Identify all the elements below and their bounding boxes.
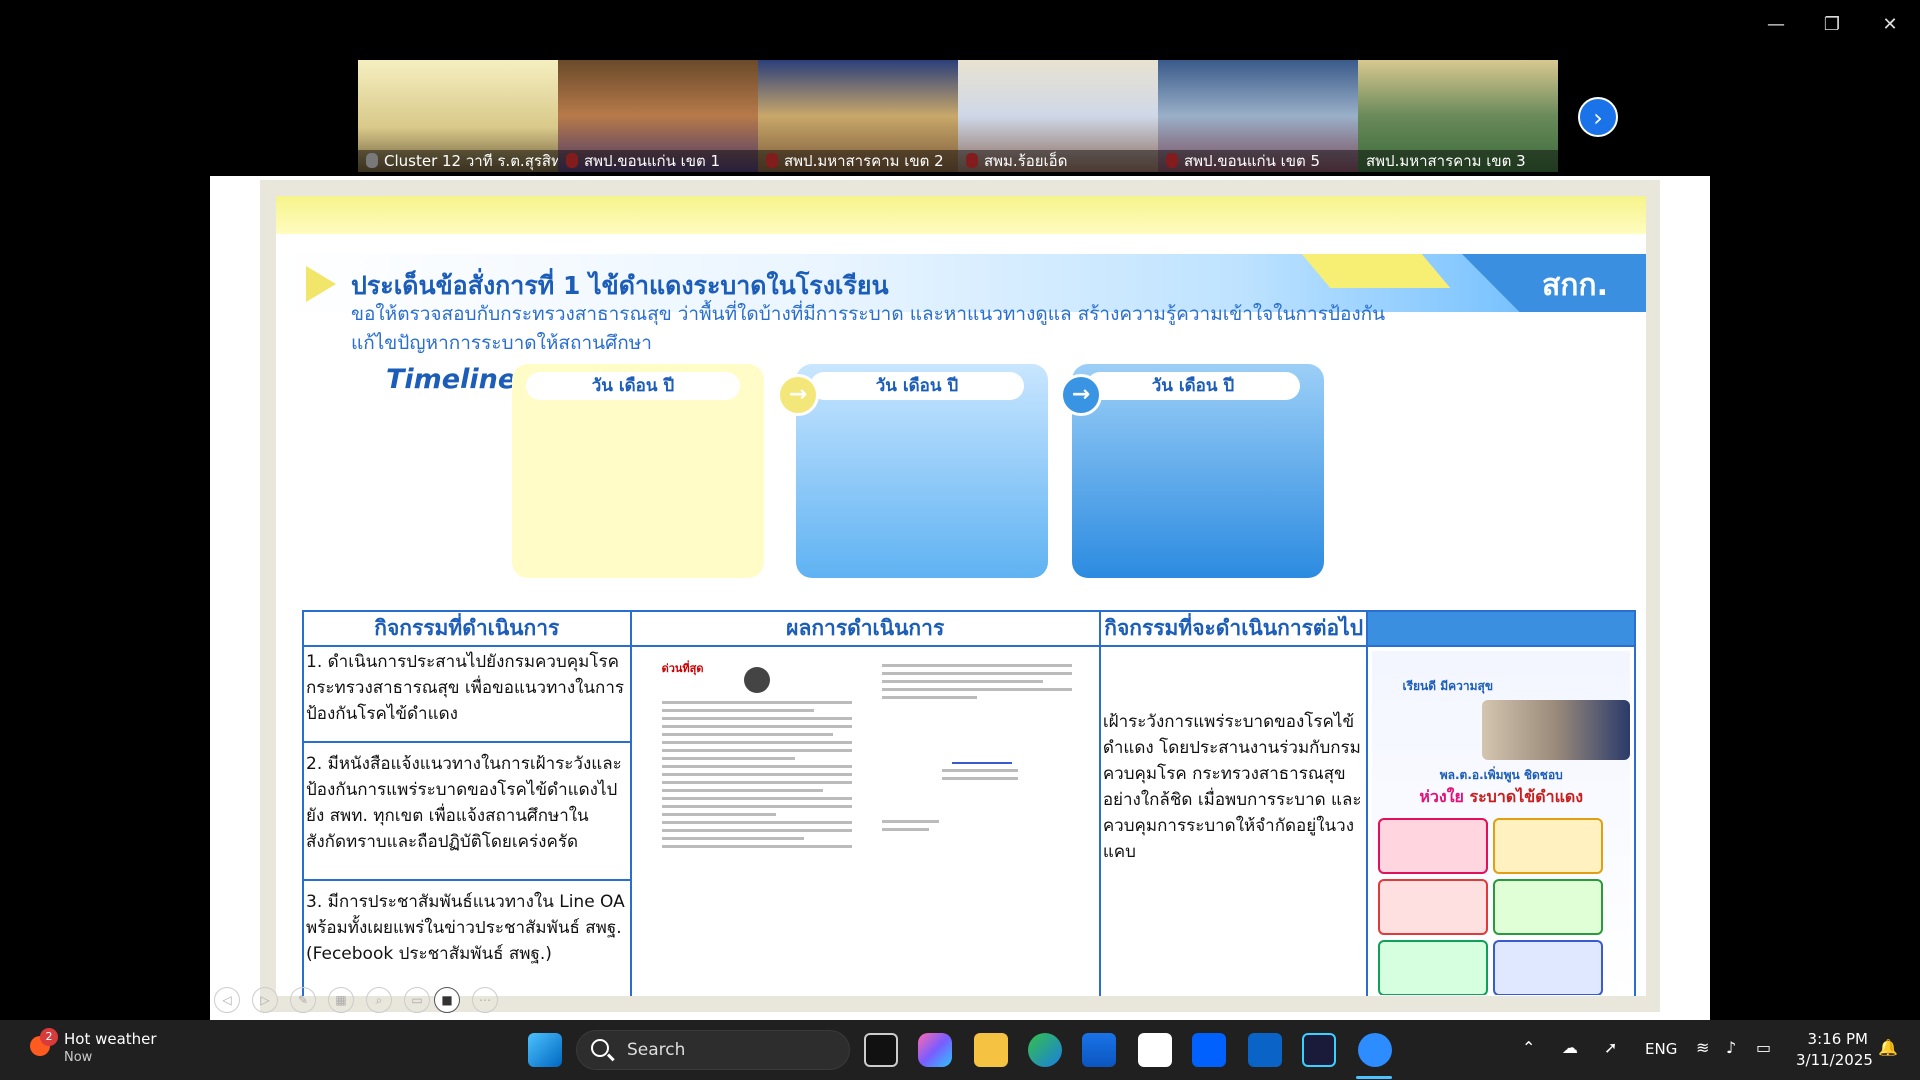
- close-button[interactable]: ✕: [1870, 8, 1910, 42]
- copilot-icon[interactable]: [918, 1033, 952, 1067]
- participant-name: สพม.ร้อยเอ็ด: [958, 150, 1158, 172]
- poster-cell: เรียนดี มีความสุข พล.ต.อ.เพิ่มพูน ชิดชอบ…: [1366, 645, 1636, 996]
- table-header: ผลการดำเนินการ: [629, 610, 1101, 647]
- table-header: [1366, 610, 1636, 647]
- activity-item: 2. มีหนังสือแจ้งแนวทางในการเฝ้าระวังและป…: [304, 743, 630, 881]
- document-page: [881, 659, 1072, 969]
- onedrive-icon[interactable]: ☁: [1562, 1038, 1578, 1057]
- wifi-icon[interactable]: ≋: [1696, 1038, 1709, 1057]
- timeline-label: Timeline: [386, 364, 517, 395]
- active-app-indicator: [1356, 1076, 1392, 1079]
- search-icon: [591, 1039, 609, 1057]
- more-icon[interactable]: ⋯: [472, 987, 498, 1013]
- subtitles-icon[interactable]: ▭: [404, 987, 430, 1013]
- timeline-date: วัน เดือน ปี: [1086, 372, 1300, 400]
- battery-icon[interactable]: ▭: [1756, 1038, 1771, 1057]
- participant-tile[interactable]: สพป.มหาสารคาม เขต 3: [1358, 60, 1558, 172]
- pen-icon[interactable]: ✎: [290, 987, 316, 1013]
- dropbox-icon[interactable]: [1192, 1033, 1226, 1067]
- zoom-window: — ❐ ✕ Cluster 12 วาที ร.ต.สุรสิท... สพป.…: [0, 0, 1920, 1020]
- slide-header-bar: [276, 196, 1646, 234]
- chevron-right-icon: ›: [1593, 104, 1603, 132]
- notifications-icon[interactable]: 🔔: [1878, 1038, 1898, 1057]
- prev-slide-icon[interactable]: ◁: [214, 987, 240, 1013]
- weather-subtitle: Now: [64, 1050, 93, 1065]
- slide-frame: สกก. ประเด็นข้อสั่งการที่ 1 ไข้ดำแดงระบา…: [260, 180, 1660, 1012]
- clock-time[interactable]: 3:16 PM: [1800, 1030, 1868, 1048]
- participant-strip: Cluster 12 วาที ร.ต.สุรสิท... สพป.ขอนแก่…: [358, 60, 1558, 172]
- volume-icon[interactable]: ♪: [1726, 1038, 1736, 1057]
- minimize-button[interactable]: —: [1756, 8, 1796, 42]
- edge-icon[interactable]: [1028, 1033, 1062, 1067]
- location-icon[interactable]: ➚: [1604, 1038, 1617, 1057]
- triangle-bullet-icon: [306, 266, 336, 302]
- search-box[interactable]: Search: [576, 1030, 850, 1070]
- participant-name: สพป.ขอนแก่น เขต 1: [558, 150, 758, 172]
- arrow-right-icon: →: [777, 374, 819, 416]
- poster-greeting: เรียนดี มีความสุข: [1402, 679, 1494, 693]
- notification-badge: 2: [40, 1028, 58, 1046]
- participant-tile[interactable]: สพป.มหาสารคาม เขต 2: [758, 60, 958, 172]
- slides-icon[interactable]: ▦: [328, 987, 354, 1013]
- table-header: กิจกรรมที่จะดำเนินการต่อไป: [1098, 610, 1369, 647]
- poster-headline: ห่วงใย ระบาดไข้ดำแดง: [1419, 787, 1584, 806]
- signature: [951, 744, 1012, 764]
- taskbar: 2 Hot weather Now Search ⌃ ☁ ➚ ENG ≋ ♪ ▭…: [0, 1020, 1920, 1080]
- arrow-right-icon: →: [1060, 374, 1102, 416]
- store-icon[interactable]: [1082, 1033, 1116, 1067]
- org-label: สกก.: [1541, 268, 1608, 303]
- activities-cell: 1. ดำเนินการประสานไปยังกรมควบคุมโรค กระท…: [302, 645, 632, 996]
- poster-image: เรียนดี มีความสุข พล.ต.อ.เพิ่มพูน ชิดชอบ…: [1372, 651, 1630, 995]
- weather-title: Hot weather: [64, 1030, 157, 1048]
- garuda-emblem-icon: [743, 667, 770, 693]
- document-image: ด่วนที่สุด: [632, 647, 1099, 996]
- poster-photo: [1482, 700, 1630, 760]
- timeline-column: วัน เดือน ปี: [796, 364, 1048, 578]
- language-indicator[interactable]: ENG: [1645, 1040, 1677, 1058]
- next-slide-icon[interactable]: ▷: [252, 987, 278, 1013]
- participant-name: สพป.มหาสารคาม เขต 3: [1358, 150, 1558, 172]
- chevron-up-icon[interactable]: ⌃: [1522, 1038, 1535, 1057]
- zoom-app-icon[interactable]: [1358, 1033, 1392, 1067]
- webex-icon[interactable]: [1302, 1033, 1336, 1067]
- task-view-icon[interactable]: [864, 1033, 898, 1067]
- activity-table: กิจกรรมที่ดำเนินการ ผลการดำเนินการ กิจกร…: [302, 610, 1636, 996]
- participant-name: สพป.ขอนแก่น เขต 5: [1158, 150, 1358, 172]
- activity-item: 1. ดำเนินการประสานไปยังกรมควบคุมโรค กระท…: [304, 647, 630, 743]
- participant-tile[interactable]: สพม.ร้อยเอ็ด: [958, 60, 1158, 172]
- timeline-column: วัน เดือน ปี: [1072, 364, 1324, 578]
- camera-icon[interactable]: ■: [434, 987, 460, 1013]
- participant-name: สพป.มหาสารคาม เขต 2: [758, 150, 958, 172]
- screen-share-area: สกก. ประเด็นข้อสั่งการที่ 1 ไข้ดำแดงระบา…: [210, 176, 1710, 1020]
- start-icon[interactable]: [528, 1033, 562, 1067]
- amazon-icon[interactable]: [1138, 1033, 1172, 1067]
- document-page: ด่วนที่สุด: [661, 659, 852, 969]
- file-explorer-icon[interactable]: [974, 1033, 1008, 1067]
- participant-tile[interactable]: สพป.ขอนแก่น เขต 5: [1158, 60, 1358, 172]
- outlook-icon[interactable]: [1248, 1033, 1282, 1067]
- zoom-icon[interactable]: ⌕: [366, 987, 392, 1013]
- timeline-date: วัน เดือน ปี: [810, 372, 1024, 400]
- clock-date[interactable]: 3/11/2025: [1796, 1051, 1873, 1069]
- participant-tile[interactable]: Cluster 12 วาที ร.ต.สุรสิท...: [358, 60, 558, 172]
- participant-tile[interactable]: สพป.ขอนแก่น เขต 1: [558, 60, 758, 172]
- timeline-column: วัน เดือน ปี: [512, 364, 764, 578]
- next-participants-button[interactable]: ›: [1578, 97, 1618, 137]
- poster-minister: พล.ต.อ.เพิ่มพูน ชิดชอบ: [1439, 768, 1563, 782]
- table-header: กิจกรรมที่ดำเนินการ: [302, 610, 632, 647]
- activity-item: 3. มีการประชาสัมพันธ์แนวทางใน Line OA พร…: [306, 892, 625, 964]
- timeline-date: วัน เดือน ปี: [526, 372, 740, 400]
- slide-subtitle: ขอให้ตรวจสอบกับกระทรวงสาธารณสุข ว่าพื้นท…: [351, 303, 1386, 354]
- results-cell: ด่วนที่สุด: [629, 645, 1101, 996]
- slide: สกก. ประเด็นข้อสั่งการที่ 1 ไข้ดำแดงระบา…: [276, 196, 1646, 996]
- participant-name: Cluster 12 วาที ร.ต.สุรสิท...: [358, 150, 558, 172]
- restore-button[interactable]: ❐: [1812, 8, 1852, 42]
- next-activity-cell: เฝ้าระวังการแพร่ระบาดของโรคไข้ดำแดง โดยป…: [1098, 645, 1369, 996]
- search-placeholder: Search: [627, 1040, 686, 1060]
